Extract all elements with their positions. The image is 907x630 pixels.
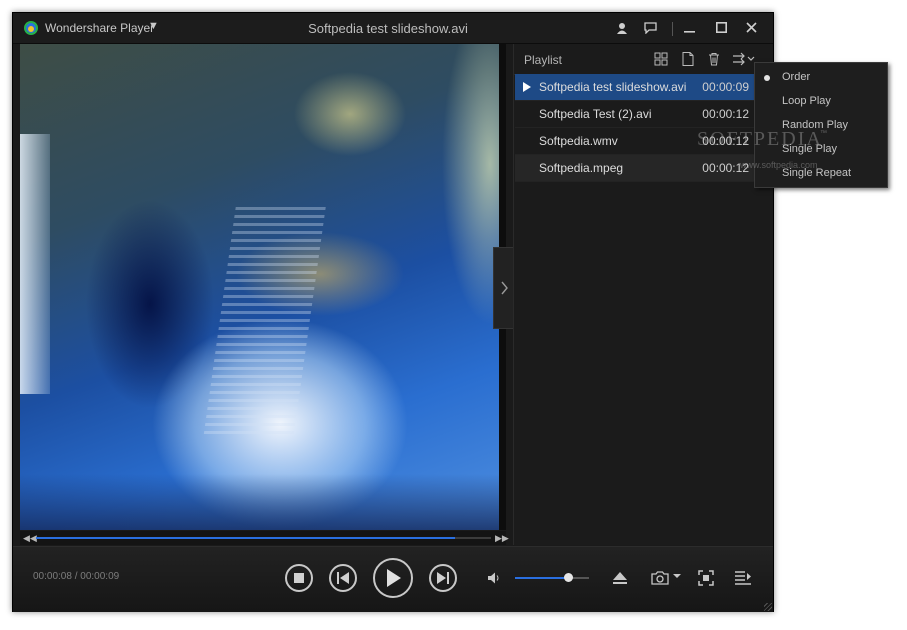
volume-icon[interactable]	[487, 571, 501, 585]
playlist-item-name: Softpedia test slideshow.avi	[539, 80, 687, 94]
video-frame-detail	[20, 134, 50, 394]
stop-icon	[294, 573, 304, 583]
titlebar-separator	[672, 22, 673, 36]
stop-button[interactable]	[285, 564, 313, 592]
play-icon	[387, 569, 401, 587]
next-icon	[437, 572, 449, 584]
selected-bullet-icon	[764, 75, 770, 81]
player-window: Wondershare Player ▼ Softpedia test slid…	[12, 12, 774, 612]
title-bar: Wondershare Player ▼ Softpedia test slid…	[13, 13, 773, 44]
volume-level	[515, 577, 569, 579]
user-icon[interactable]	[611, 17, 633, 39]
playlist-item[interactable]: Softpedia.mpeg 00:00:12	[515, 155, 773, 182]
minimize-icon[interactable]	[678, 17, 700, 39]
next-button[interactable]	[429, 564, 457, 592]
playlist-item-name: Softpedia Test (2).avi	[539, 107, 652, 121]
previous-button[interactable]	[329, 564, 357, 592]
playlist-item-duration: 00:00:09	[702, 80, 749, 94]
wondershare-logo-icon[interactable]	[23, 20, 39, 36]
time-display: 00:00:08 / 00:00:09	[33, 571, 120, 582]
grid-view-icon[interactable]	[653, 51, 669, 67]
playlist-title: Playlist	[524, 53, 563, 67]
now-playing-icon	[523, 82, 531, 92]
delete-icon[interactable]	[706, 51, 722, 67]
previous-icon	[337, 572, 349, 584]
resize-grip[interactable]	[764, 603, 772, 611]
seek-bar[interactable]: ◀◀ ▶▶	[20, 531, 509, 545]
rewind-icon[interactable]: ◀◀	[23, 531, 37, 545]
fullscreen-icon[interactable]	[697, 569, 715, 587]
playlist-item[interactable]: Softpedia Test (2).avi 00:00:12	[515, 101, 773, 128]
video-frame-detail	[20, 474, 506, 530]
seek-track[interactable]	[36, 537, 491, 539]
playlist-toggle-icon[interactable]	[734, 569, 752, 587]
snapshot-dropdown-icon[interactable]	[672, 571, 682, 581]
video-display[interactable]	[20, 44, 506, 530]
window-title: Softpedia test slideshow.avi	[308, 21, 468, 36]
app-name[interactable]: Wondershare Player	[45, 21, 154, 35]
control-bar: 00:00:08 / 00:00:09	[13, 546, 773, 612]
playlist-panel: Playlist Softpedia test slideshow.avi 00…	[513, 44, 773, 545]
watermark-brand: SOFTPEDIA	[697, 128, 823, 150]
playlist-header: Playlist	[514, 44, 773, 75]
snapshot-camera-icon[interactable]	[650, 569, 670, 587]
eject-icon[interactable]	[611, 569, 629, 587]
seek-progress	[36, 537, 455, 539]
menu-item-loop-play[interactable]: Loop Play	[782, 95, 831, 107]
menu-item-order[interactable]: Order	[782, 71, 810, 83]
add-file-icon[interactable]	[680, 51, 696, 67]
playlist-item-duration: 00:00:12	[702, 107, 749, 121]
close-icon[interactable]	[740, 17, 762, 39]
video-frame-detail	[203, 204, 327, 434]
feedback-icon[interactable]	[639, 17, 661, 39]
watermark-url: www.softpedia.com	[740, 160, 818, 170]
playlist-item-name: Softpedia.wmv	[539, 134, 618, 148]
maximize-icon[interactable]	[710, 17, 732, 39]
watermark-trademark: ™	[820, 130, 827, 137]
collapse-playlist-tab[interactable]	[493, 247, 514, 329]
fast-forward-icon[interactable]: ▶▶	[495, 531, 509, 545]
playlist-item-name: Softpedia.mpeg	[539, 161, 624, 175]
playlist-item[interactable]: Softpedia test slideshow.avi 00:00:09	[515, 74, 773, 101]
volume-slider-handle[interactable]	[564, 573, 574, 582]
play-button[interactable]	[373, 558, 413, 598]
app-menu-caret-icon[interactable]: ▼	[148, 20, 159, 32]
volume-slider[interactable]	[515, 577, 589, 579]
chevron-right-icon	[501, 281, 508, 295]
